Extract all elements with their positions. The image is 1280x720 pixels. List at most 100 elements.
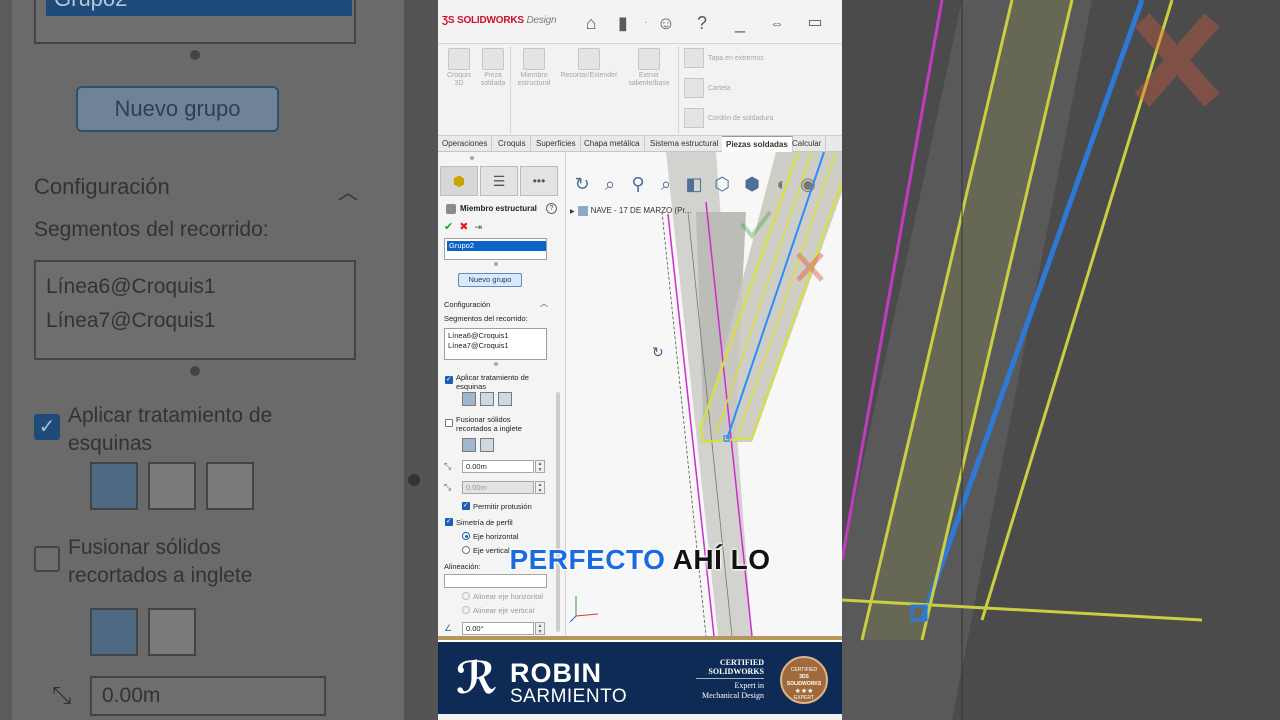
badge-top: CERTIFIED [790,667,818,673]
view-settings-icon[interactable]: ◐ [770,172,794,196]
cert-line: Expert in [734,681,764,690]
ribbon-weldment-button[interactable]: Pieza soldada [476,48,510,88]
zoomed-trim-simple-icon [90,608,138,656]
dot-separator: · [644,18,648,27]
axis-horizontal-radio[interactable] [462,532,470,540]
group-list[interactable]: Grupo2 [444,238,547,260]
zoomed-gap-icon: ⤡ [52,682,72,709]
zoomed-checkbox-unchecked [34,546,60,572]
certification-text: CERTIFIED SOLIDWORKS Expert in Mechanica… [696,658,764,701]
end-cap-icon [684,48,704,68]
zoom-to-fit-icon[interactable]: ⌕ [598,172,622,196]
configuration-header[interactable]: Configuración [444,300,490,309]
pm-grip[interactable] [494,362,498,366]
zoomed-configuration-header: Configuración [34,174,170,199]
minimize-icon[interactable]: _ [730,10,750,36]
zoomed-property-panel: Grupo2 Nuevo grupo Configuración ︿ Segme… [12,0,404,720]
brand-first-name: ROBIN [510,658,602,688]
allow-protrusion-checkbox[interactable] [462,501,470,510]
chevron-up-icon[interactable]: ︿ [540,298,548,309]
ribbon-extrude-boss-button[interactable]: Extruir saliente/base [622,48,676,88]
brand-suffix: Design [526,15,557,26]
corner-end-trim-icon[interactable] [462,392,476,406]
previous-view-icon[interactable]: ↻ [570,172,594,196]
display-style-icon[interactable]: ⬢ [740,172,764,196]
pm-grip[interactable] [494,262,498,266]
tab-croquis[interactable]: Croquis [494,136,531,152]
segment-item[interactable]: Línea6@Croquis1 [448,331,543,341]
badge-bottom: EXPERT [794,695,814,701]
triad-svg [569,596,599,623]
tab-calcular[interactable]: Calcular [788,136,827,152]
pin-icon[interactable]: ⇥ [474,222,482,232]
expand-caret-icon[interactable]: ▶ [570,209,575,215]
flyout-feature-tree[interactable]: ▶ NAVE - 17 DE MARZO (Pr... [570,206,691,216]
segment-item[interactable]: Línea7@Croquis1 [448,341,543,351]
angle-field[interactable]: 0.00° [462,622,534,635]
section-view-icon[interactable]: ◧ [682,172,706,196]
tab-chapa-metalica[interactable]: Chapa metálica [580,136,645,152]
restore-icon[interactable]: ⇔ [766,10,788,36]
pm-actions: ✔ ✖ ⇥ [444,220,488,233]
help-icon[interactable]: ? [690,10,714,36]
tree-root-label[interactable]: NAVE - 17 DE MARZO (Pr... [591,206,692,215]
trim-planar-icon[interactable] [480,438,494,452]
zoomed-grip [190,366,200,376]
ribbon-gusset-button[interactable]: Cartela [684,78,731,98]
cert-line: CERTIFIED [719,658,764,667]
badge-mid: 3DS SOLIDWORKS [786,674,822,687]
angle-spinner[interactable]: ▲ ▼ [535,622,545,635]
zoomed-group-selected: Grupo2 [46,0,352,16]
group-list-selected-item[interactable]: Grupo2 [447,241,546,251]
zoomed-right-backdrop [842,0,1280,720]
alignment-field[interactable] [444,574,547,588]
home-icon[interactable]: ⌂ [578,10,604,36]
new-group-button[interactable]: Nuevo grupo [458,273,522,287]
merge-miter-checkbox[interactable] [445,419,453,427]
zoomed-path-segments-label: Segmentos del recorrido: [34,218,269,241]
ribbon-weld-bead-button[interactable]: Cordón de soldadura [684,108,773,128]
view-orientation-icon[interactable]: ⬡ [710,172,734,196]
corner-end-butt-icon[interactable] [498,392,512,406]
cert-line: Mechanical Design [702,691,764,700]
zoom-to-area-icon[interactable]: ⚲ [626,172,650,196]
trim-simple-icon[interactable] [462,438,476,452]
zoomed-merge-miter-label: Fusionar sólidos recortados a inglete [68,536,253,587]
corner-end-miter-icon[interactable] [480,392,494,406]
light-icon[interactable]: ▮ [616,10,630,36]
title-bar: ƷS SOLIDWORKS Design ⌂ ▮ · ☺ ? _ ⇔ ▭ [438,0,842,44]
path-segments-list[interactable]: Línea6@Croquis1 Línea7@Croquis1 [444,328,547,360]
scene-icon[interactable]: ◉ [796,172,820,196]
ribbon-trim-extend-button[interactable]: Recortar/Extender [556,48,622,80]
apply-corner-checkbox[interactable] [445,375,453,384]
zoomed-apply-corner-label: Aplicar tratamiento de esquinas [68,404,273,455]
tab-operaciones[interactable]: Operaciones [438,136,493,152]
gap1-field[interactable]: 0.00m [462,460,534,473]
user-icon[interactable]: ☺ [654,10,678,36]
feature-manager-tab[interactable]: ⬢ [440,166,478,196]
ok-check-icon[interactable]: ✔ [444,221,453,233]
ribbon-sketch3d-button[interactable]: Croquis 3D [444,48,474,88]
banner-gold-stripe [438,636,842,640]
cancel-x-icon[interactable]: ✖ [459,221,468,233]
help-icon[interactable]: ? [546,203,557,214]
profile-symmetry-checkbox[interactable] [445,517,453,526]
zoomed-chevron-up-icon: ︿ [338,182,358,204]
tab-sistema-estructural[interactable]: Sistema estructural [646,136,724,152]
gap1-icon: ⤡ [444,461,452,471]
property-manager-tab[interactable]: ☰ [480,166,518,196]
tab-piezas-soldadas[interactable]: Piezas soldadas [722,136,793,152]
align-vertical-label: Alinear eje vertical [473,606,535,615]
manager-tabs: ⬢ ☰ ••• [440,166,560,196]
tab-superficies[interactable]: Superficies [532,136,581,152]
ribbon-end-cap-button[interactable]: Tapa en extremos [684,48,764,68]
maximize-icon[interactable]: ▭ [804,10,826,36]
gap1-spinner[interactable]: ▲ ▼ [535,460,545,473]
triad-axes-icon [569,592,604,624]
cert-line: SOLIDWORKS [696,667,764,679]
previous-zoom-icon[interactable]: ⌕ [654,172,678,196]
pm-scrollbar[interactable] [556,392,560,632]
brand-last-name: SARMIENTO [510,686,628,707]
ribbon-structural-member-button[interactable]: Miembro estructural [514,48,554,88]
more-tabs-button[interactable]: ••• [520,166,558,196]
